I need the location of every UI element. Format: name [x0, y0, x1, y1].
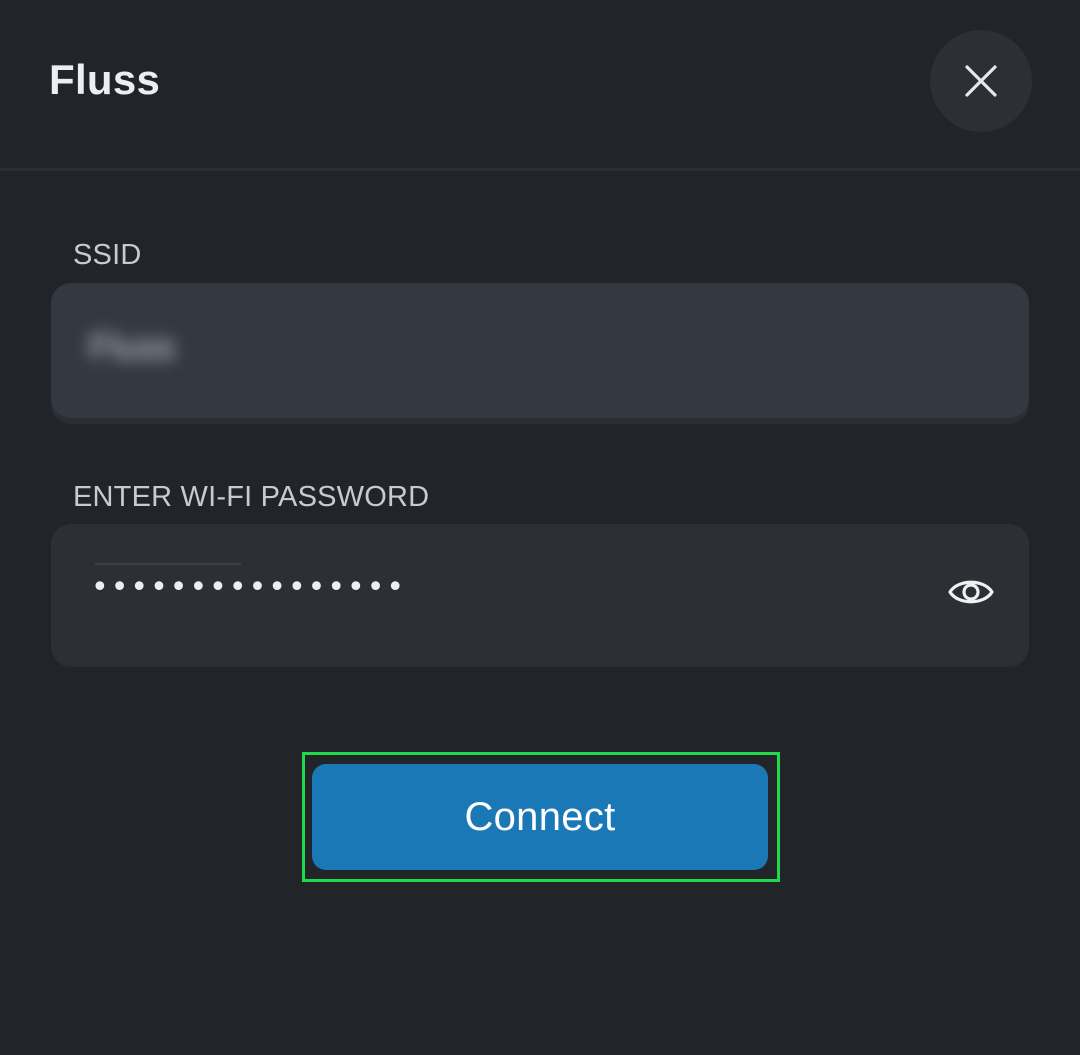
ssid-field[interactable]: Fluss	[51, 283, 1029, 418]
dialog-header: Fluss	[0, 0, 1080, 168]
eye-icon	[948, 580, 994, 604]
ssid-label: SSID	[73, 239, 142, 271]
close-button[interactable]	[930, 30, 1032, 132]
password-field-underline	[95, 563, 241, 565]
password-label: ENTER WI-FI PASSWORD	[73, 481, 430, 513]
ssid-value: Fluss	[89, 326, 176, 367]
header-divider	[0, 168, 1080, 171]
password-value: ••••••••••••••••	[91, 570, 407, 605]
password-field[interactable]: ••••••••••••••••	[51, 524, 1029, 661]
close-icon	[965, 65, 997, 97]
page-title: Fluss	[49, 56, 161, 103]
connect-button[interactable]: Connect	[312, 764, 768, 870]
toggle-password-visibility-button[interactable]	[944, 570, 998, 614]
